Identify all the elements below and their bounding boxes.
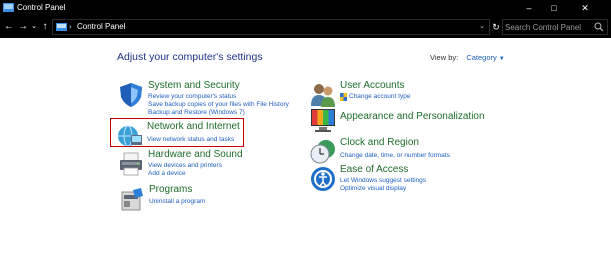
search-input[interactable] xyxy=(505,21,593,33)
close-button[interactable]: ✕ xyxy=(574,0,596,16)
refresh-button[interactable]: ↻ xyxy=(490,19,502,35)
address-bar[interactable]: › Control Panel ⌄ xyxy=(52,19,490,35)
minimize-button[interactable]: – xyxy=(518,0,540,16)
breadcrumb-control-panel[interactable]: Control Panel xyxy=(77,20,125,34)
address-dropdown-button[interactable]: ⌄ xyxy=(479,20,485,34)
shield-icon[interactable] xyxy=(118,82,144,108)
users-icon[interactable] xyxy=(310,82,336,108)
category-heading[interactable]: System and Security xyxy=(148,80,240,91)
category-link[interactable]: Change account type xyxy=(349,92,410,101)
navigation-bar: ← → ⌄ ↑ › Control Panel ⌄ ↻ xyxy=(0,16,611,38)
breadcrumb-separator[interactable]: › xyxy=(69,20,72,34)
clock-globe-icon[interactable] xyxy=(310,139,336,165)
category-link[interactable]: Backup and Restore (Windows 7) xyxy=(148,108,245,117)
search-box[interactable] xyxy=(502,19,608,35)
category-heading[interactable]: Programs xyxy=(149,184,192,195)
up-button[interactable]: ↑ xyxy=(39,19,51,35)
control-panel-folder-icon xyxy=(56,23,67,31)
category-heading[interactable]: Ease of Access xyxy=(340,164,408,175)
category-heading[interactable]: User Accounts xyxy=(340,80,404,91)
category-heading[interactable]: Hardware and Sound xyxy=(148,149,243,160)
back-button[interactable]: ← xyxy=(3,19,15,35)
category-link[interactable]: Add a device xyxy=(148,169,186,178)
ease-of-access-icon[interactable] xyxy=(310,166,336,192)
page-title: Adjust your computer's settings xyxy=(117,51,263,63)
recent-locations-button[interactable]: ⌄ xyxy=(30,19,38,35)
maximize-button[interactable]: □ xyxy=(543,0,565,16)
view-by: View by: Category ▼ xyxy=(430,53,505,62)
uac-shield-icon xyxy=(340,93,347,101)
forward-button[interactable]: → xyxy=(17,19,29,35)
control-panel-icon xyxy=(3,3,14,12)
title-bar: Control Panel – □ ✕ xyxy=(0,0,611,16)
display-colors-icon[interactable] xyxy=(310,107,336,133)
selection-highlight xyxy=(110,118,244,147)
window-title: Control Panel xyxy=(17,3,66,12)
category-heading[interactable]: Appearance and Personalization xyxy=(340,111,485,122)
category-heading[interactable]: Clock and Region xyxy=(340,137,419,148)
category-link[interactable]: Change date, time, or number formats xyxy=(340,151,450,160)
printer-icon[interactable] xyxy=(118,151,144,177)
category-link[interactable]: Uninstall a program xyxy=(149,197,205,206)
category-link[interactable]: Optimize visual display xyxy=(340,184,406,193)
view-by-label: View by: xyxy=(430,53,459,62)
programs-icon[interactable] xyxy=(119,186,145,212)
chevron-down-icon[interactable]: ▼ xyxy=(499,56,505,62)
view-by-dropdown[interactable]: Category xyxy=(466,53,496,62)
search-icon[interactable] xyxy=(594,22,604,32)
